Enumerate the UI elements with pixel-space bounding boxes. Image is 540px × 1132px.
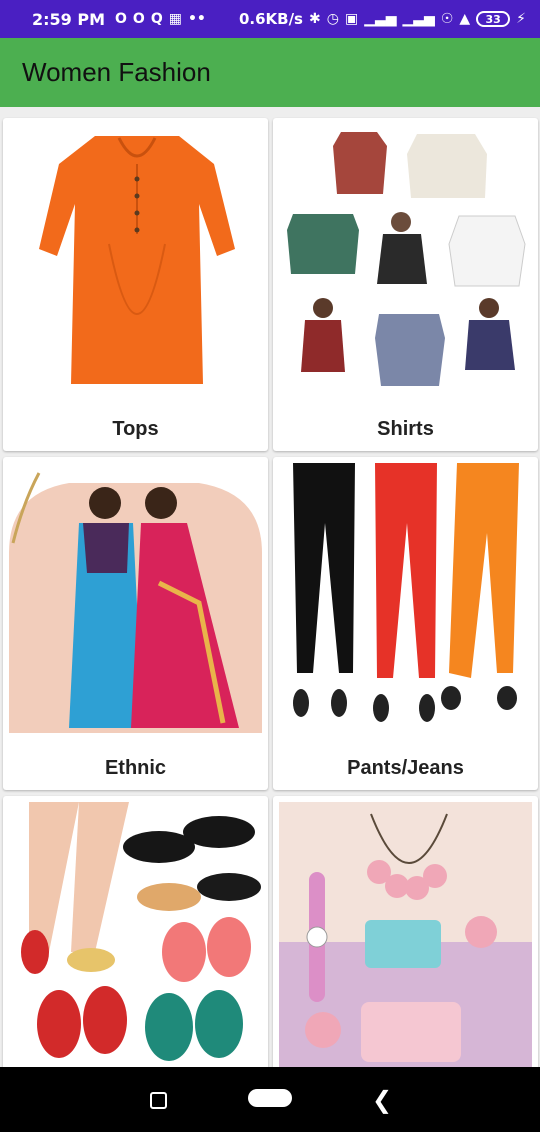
category-label: Shirts [377,418,434,440]
ethnic-image [9,463,262,733]
shirts-image [279,124,532,394]
category-card-ethnic[interactable]: Ethnic [3,457,268,790]
recent-apps-icon[interactable] [150,1092,167,1109]
o-icon: O [132,11,145,27]
pants-jeans-image [279,463,532,733]
category-label: Tops [112,418,159,440]
o-icon: O [115,11,127,27]
category-card-pants-jeans[interactable]: Pants/Jeans [273,457,538,790]
volte-icon: ▣ [344,11,359,27]
home-icon[interactable] [248,1089,292,1107]
tops-image [9,124,262,394]
wifi-icon: ▲ [459,11,471,27]
status-time: 2:59 PM [32,9,106,29]
dots-icon: •• [187,11,206,27]
back-icon[interactable]: ❮ [372,1086,392,1114]
charging-icon: ⚡ [516,11,526,27]
app-title: Women Fashion [22,57,211,87]
hotspot-icon: ☉ [440,11,454,27]
category-label: Pants/Jeans [347,757,464,779]
category-card-footwear[interactable] [3,796,268,1067]
category-card-accessories[interactable] [273,796,538,1067]
network-speed: 0.6KB/s [238,10,303,28]
accessories-image [279,802,532,1067]
battery-icon: 33 [476,11,511,27]
footwear-image [9,802,262,1067]
signal-icon: ▁▃▅ [364,11,397,27]
app-bar: Women Fashion [0,38,540,107]
category-card-shirts[interactable]: Shirts [273,118,538,451]
q-icon: Q [150,11,163,27]
battery-level: 33 [485,12,501,26]
signal-icon: ▁▃▅ [402,11,435,27]
alarm-icon: ◷ [326,11,339,27]
gallery-icon: ▦ [168,11,182,27]
status-bar: 2:59 PM O O Q ▦ •• 0.6KB/s ✱ ◷ ▣ ▁▃▅ ▁▃▅… [0,0,540,38]
category-label: Ethnic [104,757,167,779]
category-card-tops[interactable]: Tops [3,118,268,451]
system-nav-bar: ❮ [0,1067,540,1132]
category-grid: Tops Shirts Ethnic Pants/Jeans [0,107,540,1067]
bluetooth-icon: ✱ [309,11,321,27]
